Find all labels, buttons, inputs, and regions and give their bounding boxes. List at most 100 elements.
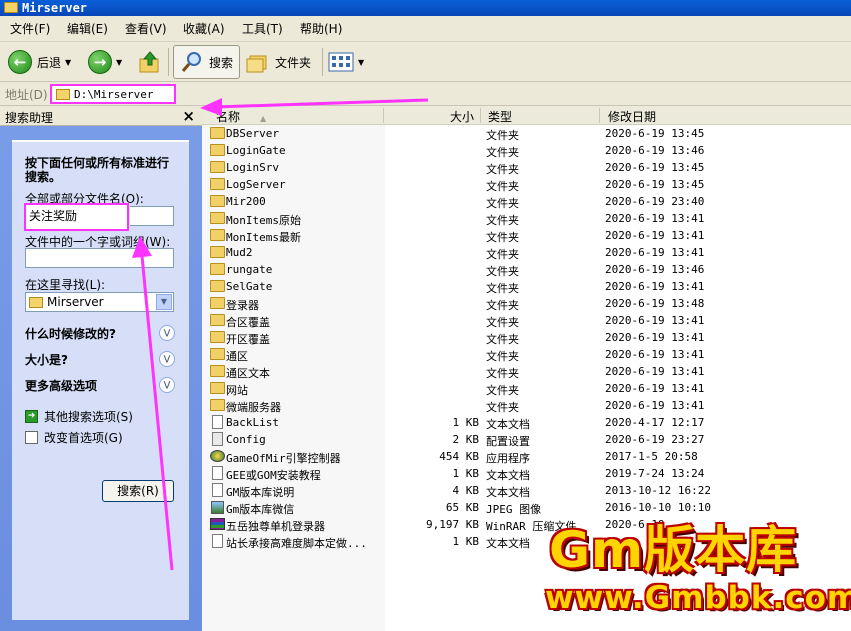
folder-icon [210, 399, 225, 411]
expand-chevron-icon[interactable]: ⋁ [159, 325, 175, 341]
file-type: 应用程序 [486, 452, 530, 465]
file-name: Mud2 [226, 246, 253, 259]
title-bar: Mirserver [0, 0, 851, 16]
file-row[interactable]: Config 2 KB 配置设置 2020-6-19 23:27 [202, 431, 851, 448]
up-folder-button[interactable] [138, 45, 162, 79]
expand-chevron-icon[interactable]: ⋁ [159, 377, 175, 393]
file-type: 文件夹 [486, 316, 519, 329]
search-intro: 按下面任何或所有标准进行搜索。 [25, 156, 170, 184]
column-type[interactable]: 类型 [488, 108, 512, 125]
file-name: rungate [226, 263, 273, 276]
phrase-input[interactable] [25, 248, 174, 268]
file-row[interactable]: 通区文本 文件夹 2020-6-19 13:41 [202, 363, 851, 380]
file-row[interactable]: 微端服务器 文件夹 2020-6-19 13:41 [202, 397, 851, 414]
file-type: 文本文档 [486, 469, 530, 482]
file-type: JPEG 图像 [486, 503, 542, 516]
column-modified[interactable]: 修改日期 [608, 108, 656, 125]
file-row[interactable]: 开区覆盖 文件夹 2020-6-19 13:41 [202, 329, 851, 346]
file-row[interactable]: LogServer 文件夹 2020-6-19 13:45 [202, 176, 851, 193]
section-modified[interactable]: 什么时候修改的? ⋁ [25, 325, 175, 343]
search-pane-header: 搜索助理 × [0, 106, 202, 126]
file-name: LoginSrv [226, 161, 279, 174]
file-type: 文件夹 [486, 384, 519, 397]
search-label: 搜索 [209, 55, 234, 70]
folder-icon [56, 88, 70, 100]
section-modified-label: 什么时候修改的? [25, 327, 116, 341]
forward-button[interactable]: → ▼ [88, 45, 122, 79]
file-type: 文件夹 [486, 214, 519, 227]
menu-edit[interactable]: 编辑(E) [67, 21, 108, 37]
file-row[interactable]: rungate 文件夹 2020-6-19 13:46 [202, 261, 851, 278]
file-row[interactable]: MonItems最新 文件夹 2020-6-19 13:41 [202, 227, 851, 244]
file-row[interactable]: GEE或GOM安装教程 1 KB 文本文档 2019-7-24 13:24 [202, 465, 851, 482]
file-row[interactable]: 网站 文件夹 2020-6-19 13:41 [202, 380, 851, 397]
file-date: 2020-6-19 13:41 [605, 331, 705, 344]
file-type: 文件夹 [486, 197, 519, 210]
file-date: 2020-6-19 13:46 [605, 263, 705, 276]
address-input[interactable]: D:\Mirserver [50, 84, 176, 104]
column-divider[interactable] [480, 108, 481, 123]
other-search-options-link[interactable]: ➜ 其他搜索选项(S) [25, 408, 133, 425]
file-row[interactable]: LoginSrv 文件夹 2020-6-19 13:45 [202, 159, 851, 176]
file-row[interactable]: SelGate 文件夹 2020-6-19 13:41 [202, 278, 851, 295]
file-row[interactable]: 登录器 文件夹 2020-6-19 13:48 [202, 295, 851, 312]
doc-icon [212, 534, 223, 548]
file-row[interactable]: Gm版本库微信 65 KB JPEG 图像 2016-10-10 10:10 [202, 499, 851, 516]
file-type: 文件夹 [486, 248, 519, 261]
filename-input-tail[interactable] [130, 206, 174, 226]
search-submit-button[interactable]: 搜索(R) [102, 480, 174, 502]
back-button[interactable]: ← 后退 ▼ [8, 45, 71, 79]
file-size: 454 KB [439, 450, 479, 463]
file-type: 文件夹 [486, 350, 519, 363]
column-divider[interactable] [599, 108, 600, 123]
menu-favorites[interactable]: 收藏(A) [183, 21, 225, 37]
column-name[interactable]: 名称 ▲ [216, 108, 266, 125]
search-button[interactable]: 搜索 [173, 45, 241, 79]
chevron-down-icon[interactable]: ▼ [156, 294, 172, 310]
expand-chevron-icon[interactable]: ⋁ [159, 351, 175, 367]
file-size: 65 KB [445, 501, 479, 514]
views-button[interactable]: ▼ [328, 45, 364, 79]
close-icon[interactable]: × [182, 106, 195, 126]
file-row[interactable]: DBServer 文件夹 2020-6-19 13:45 [202, 125, 851, 142]
file-type: 文本文档 [486, 537, 530, 550]
address-label: 地址(D) [5, 88, 48, 102]
file-type: 配置设置 [486, 435, 530, 448]
file-name: Mir200 [226, 195, 266, 208]
file-date: 2019-7-24 13:24 [605, 467, 705, 480]
file-type: 文件夹 [486, 146, 519, 159]
file-row[interactable]: GameOfMir引擎控制器 454 KB 应用程序 2017-1-5 20:58 [202, 448, 851, 465]
file-row[interactable]: MonItems原始 文件夹 2020-6-19 13:41 [202, 210, 851, 227]
menu-help[interactable]: 帮助(H) [300, 21, 342, 37]
lookin-select[interactable]: Mirserver ▼ [25, 292, 174, 312]
file-date: 2020-6-19 13:41 [605, 314, 705, 327]
file-row[interactable]: GM版本库说明 4 KB 文本文档 2013-10-12 16:22 [202, 482, 851, 499]
section-advanced[interactable]: 更多高级选项 ⋁ [25, 377, 175, 395]
change-preferences-link[interactable]: 改变首选项(G) [25, 429, 123, 446]
menu-view[interactable]: 查看(V) [125, 21, 167, 37]
file-row[interactable]: 合区覆盖 文件夹 2020-6-19 13:41 [202, 312, 851, 329]
column-divider[interactable] [383, 108, 384, 123]
file-type: 文件夹 [486, 265, 519, 278]
file-row[interactable]: 通区 文件夹 2020-6-19 13:41 [202, 346, 851, 363]
file-type: 文件夹 [486, 299, 519, 312]
filename-input[interactable]: 关注奖励 [24, 203, 129, 231]
column-size[interactable]: 大小 [450, 108, 474, 125]
folders-button[interactable]: 文件夹 [246, 45, 311, 79]
back-label: 后退 [37, 55, 62, 70]
folder-icon [210, 382, 225, 394]
file-row[interactable]: LoginGate 文件夹 2020-6-19 13:46 [202, 142, 851, 159]
file-type: 文件夹 [486, 163, 519, 176]
section-size[interactable]: 大小是? ⋁ [25, 351, 175, 369]
menu-file[interactable]: 文件(F) [10, 21, 50, 37]
file-row[interactable]: Mir200 文件夹 2020-6-19 23:40 [202, 193, 851, 210]
file-row[interactable]: BackList 1 KB 文本文档 2020-4-17 12:17 [202, 414, 851, 431]
menu-tools[interactable]: 工具(T) [242, 21, 283, 37]
file-row[interactable]: Mud2 文件夹 2020-6-19 13:41 [202, 244, 851, 261]
file-date: 2020-6-19 13:41 [605, 365, 705, 378]
file-name: 网站 [226, 384, 248, 397]
file-name: Gm版本库微信 [226, 503, 295, 516]
file-type: 文本文档 [486, 486, 530, 499]
file-type: 文件夹 [486, 231, 519, 244]
file-size: 1 KB [452, 416, 480, 429]
